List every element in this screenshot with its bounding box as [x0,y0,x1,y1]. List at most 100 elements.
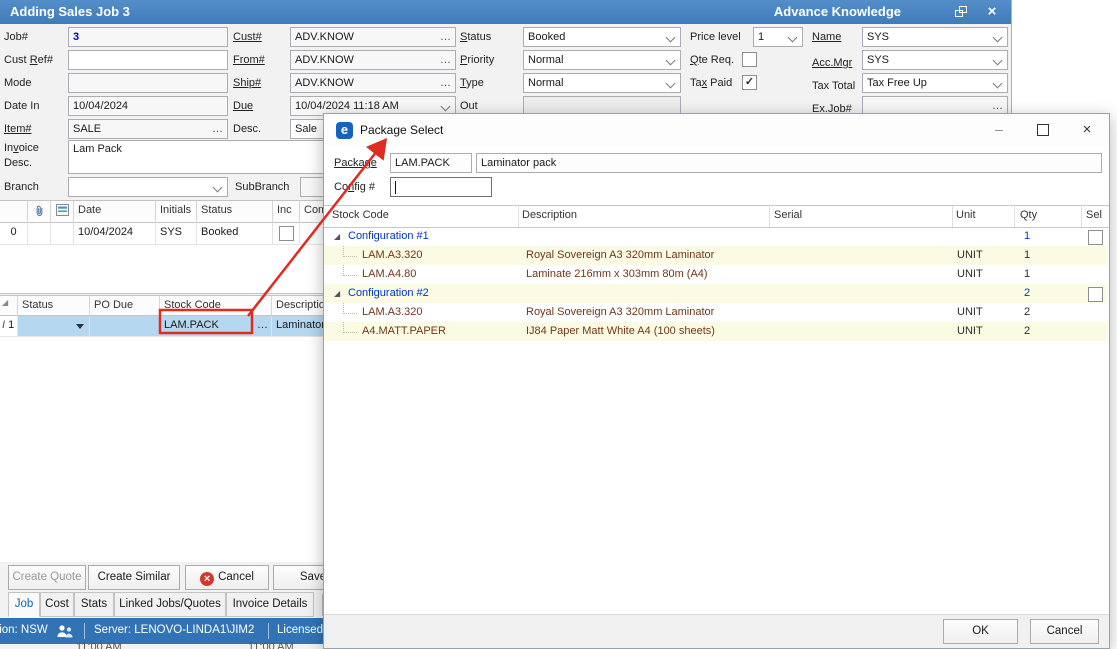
stock-po-due-cell[interactable] [90,316,160,337]
chevron-down-icon[interactable] [666,33,676,43]
lookup-ellipsis-icon[interactable]: … [212,120,223,138]
package-group-row[interactable]: ◢ Configuration #2 2 [324,284,1107,303]
history-inc-header[interactable]: Inc [273,201,300,223]
window-titlebar[interactable]: Adding Sales Job 3 Advance Knowledge × [0,0,1011,24]
chevron-down-icon[interactable] [993,33,1003,43]
job-no-field[interactable]: 3 [68,27,228,47]
item-no-field[interactable]: SALE… [68,119,228,139]
branch-dropdown[interactable] [68,177,228,197]
history-date-header[interactable]: Date [74,201,156,223]
item-no-label[interactable]: Item# [4,121,32,137]
lookup-ellipsis-icon[interactable]: … [440,74,451,92]
tab-cost[interactable]: Cost [40,592,74,617]
status-dropdown[interactable]: Booked [523,27,681,47]
lookup-ellipsis-icon[interactable]: … [440,51,451,69]
tree-branch-line [343,322,357,333]
tax-paid-checkbox[interactable]: ✓ [742,75,757,90]
tab-invoice-details[interactable]: Invoice Details [226,592,314,617]
dialog-close-icon[interactable]: × [1077,120,1097,140]
due-label[interactable]: Due [233,98,253,114]
cancel-button[interactable]: ×Cancel [185,565,269,590]
date-in-field[interactable]: 10/04/2024 [68,96,228,116]
chevron-down-icon[interactable] [788,33,798,43]
pkg-serial-header[interactable]: Serial [774,209,802,221]
package-item-row[interactable]: A4.MATT.PAPER IJ84 Paper Matt White A4 (… [324,322,1107,341]
ship-no-field[interactable]: ADV.KNOW… [290,73,456,93]
stock-code-cell[interactable]: LAM.PACK [160,316,253,337]
attachment-column-header[interactable] [28,201,51,223]
package-code-field[interactable]: LAM.PACK [390,153,472,173]
group-expand-triangle-icon[interactable]: ◢ [334,227,340,246]
dialog-maximize-icon[interactable] [1033,120,1053,140]
users-icon[interactable] [56,624,76,642]
pkg-unit-header[interactable]: Unit [956,209,976,221]
history-initials-header[interactable]: Initials [156,201,197,223]
ship-no-label[interactable]: Ship# [233,75,261,91]
tab-stats[interactable]: Stats [74,592,114,617]
pkg-description-header[interactable]: Description [522,209,577,221]
schedule-time-label-right: 11:00 AM [248,641,294,649]
restore-icon[interactable] [955,5,969,19]
cust-ref-field[interactable] [68,50,228,70]
stock-status-header[interactable]: Status [18,296,90,316]
config-select-checkbox[interactable] [1088,230,1103,245]
from-no-label[interactable]: From# [233,52,265,68]
mode-field[interactable] [68,73,228,93]
tab-job[interactable]: Job [8,592,40,617]
chevron-down-icon[interactable] [666,79,676,89]
comment-column-header[interactable] [51,201,74,223]
group-expand-triangle-icon[interactable]: ◢ [334,284,340,303]
stock-code-lookup-ellipsis[interactable]: … [253,316,272,337]
chevron-down-icon[interactable] [993,56,1003,66]
config-number-label: Config # [334,179,375,195]
type-label: Type [460,75,484,91]
create-similar-button[interactable]: Create Similar [88,565,180,590]
name-dropdown[interactable]: SYS [862,27,1008,47]
stock-status-cell[interactable] [18,316,90,337]
from-no-field[interactable]: ADV.KNOW… [290,50,456,70]
package-group-row[interactable]: ◢ Configuration #1 1 [324,227,1107,246]
note-icon [56,204,69,216]
chevron-down-icon[interactable] [666,56,676,66]
cust-no-label[interactable]: Cust# [233,29,262,45]
tree-branch-line [343,303,357,314]
priority-dropdown[interactable]: Normal [523,50,681,70]
history-inc-checkbox[interactable] [279,226,294,241]
type-dropdown[interactable]: Normal [523,73,681,93]
date-in-label: Date In [4,98,39,114]
screen: Adding Sales Job 3 Advance Knowledge × J… [0,0,1117,649]
name-label[interactable]: Name [812,29,841,45]
lookup-ellipsis-icon[interactable]: … [440,28,451,46]
config-select-checkbox[interactable] [1088,287,1103,302]
package-description-field: Laminator pack [476,153,1102,173]
package-item-row[interactable]: LAM.A4.80 Laminate 216mm x 303mm 80m (A4… [324,265,1107,284]
tax-total-dropdown[interactable]: Tax Free Up [862,73,1008,93]
acc-mgr-dropdown[interactable]: SYS [862,50,1008,70]
package-item-row[interactable]: LAM.A3.320 Royal Sovereign A3 320mm Lami… [324,246,1107,265]
config-number-input[interactable] [390,177,492,197]
price-level-dropdown[interactable]: 1 [753,27,803,47]
tab-linked-jobs-quotes[interactable]: Linked Jobs/Quotes [114,592,226,617]
pkg-sel-header[interactable]: Sel [1086,209,1102,221]
qte-req-checkbox[interactable] [742,52,757,67]
acc-mgr-label[interactable]: Acc.Mgr [812,55,852,71]
chevron-down-icon[interactable] [993,79,1003,89]
ok-button[interactable]: OK [943,619,1018,644]
history-status-header[interactable]: Status [197,201,273,223]
pkg-stock-code-header[interactable]: Stock Code [332,209,389,221]
dialog-minimize-icon[interactable]: – [989,120,1009,140]
create-quote-button[interactable]: Create Quote [8,565,86,590]
dialog-cancel-button[interactable]: Cancel [1030,619,1099,644]
history-initials-cell: SYS [156,223,197,245]
package-label[interactable]: Package [334,155,377,171]
cust-no-field[interactable]: ADV.KNOW… [290,27,456,47]
stock-po-due-header[interactable]: PO Due [90,296,160,316]
dialog-titlebar[interactable]: e Package Select – × [324,114,1109,147]
chevron-down-icon[interactable] [441,102,451,112]
stock-code-header[interactable]: Stock Code [160,296,272,316]
close-icon[interactable]: × [985,5,999,19]
stock-grid-corner-header[interactable]: ◢ [0,296,18,316]
package-item-row[interactable]: LAM.A3.320 Royal Sovereign A3 320mm Lami… [324,303,1107,322]
chevron-down-icon[interactable] [213,183,223,193]
pkg-qty-header[interactable]: Qty [1020,209,1037,221]
